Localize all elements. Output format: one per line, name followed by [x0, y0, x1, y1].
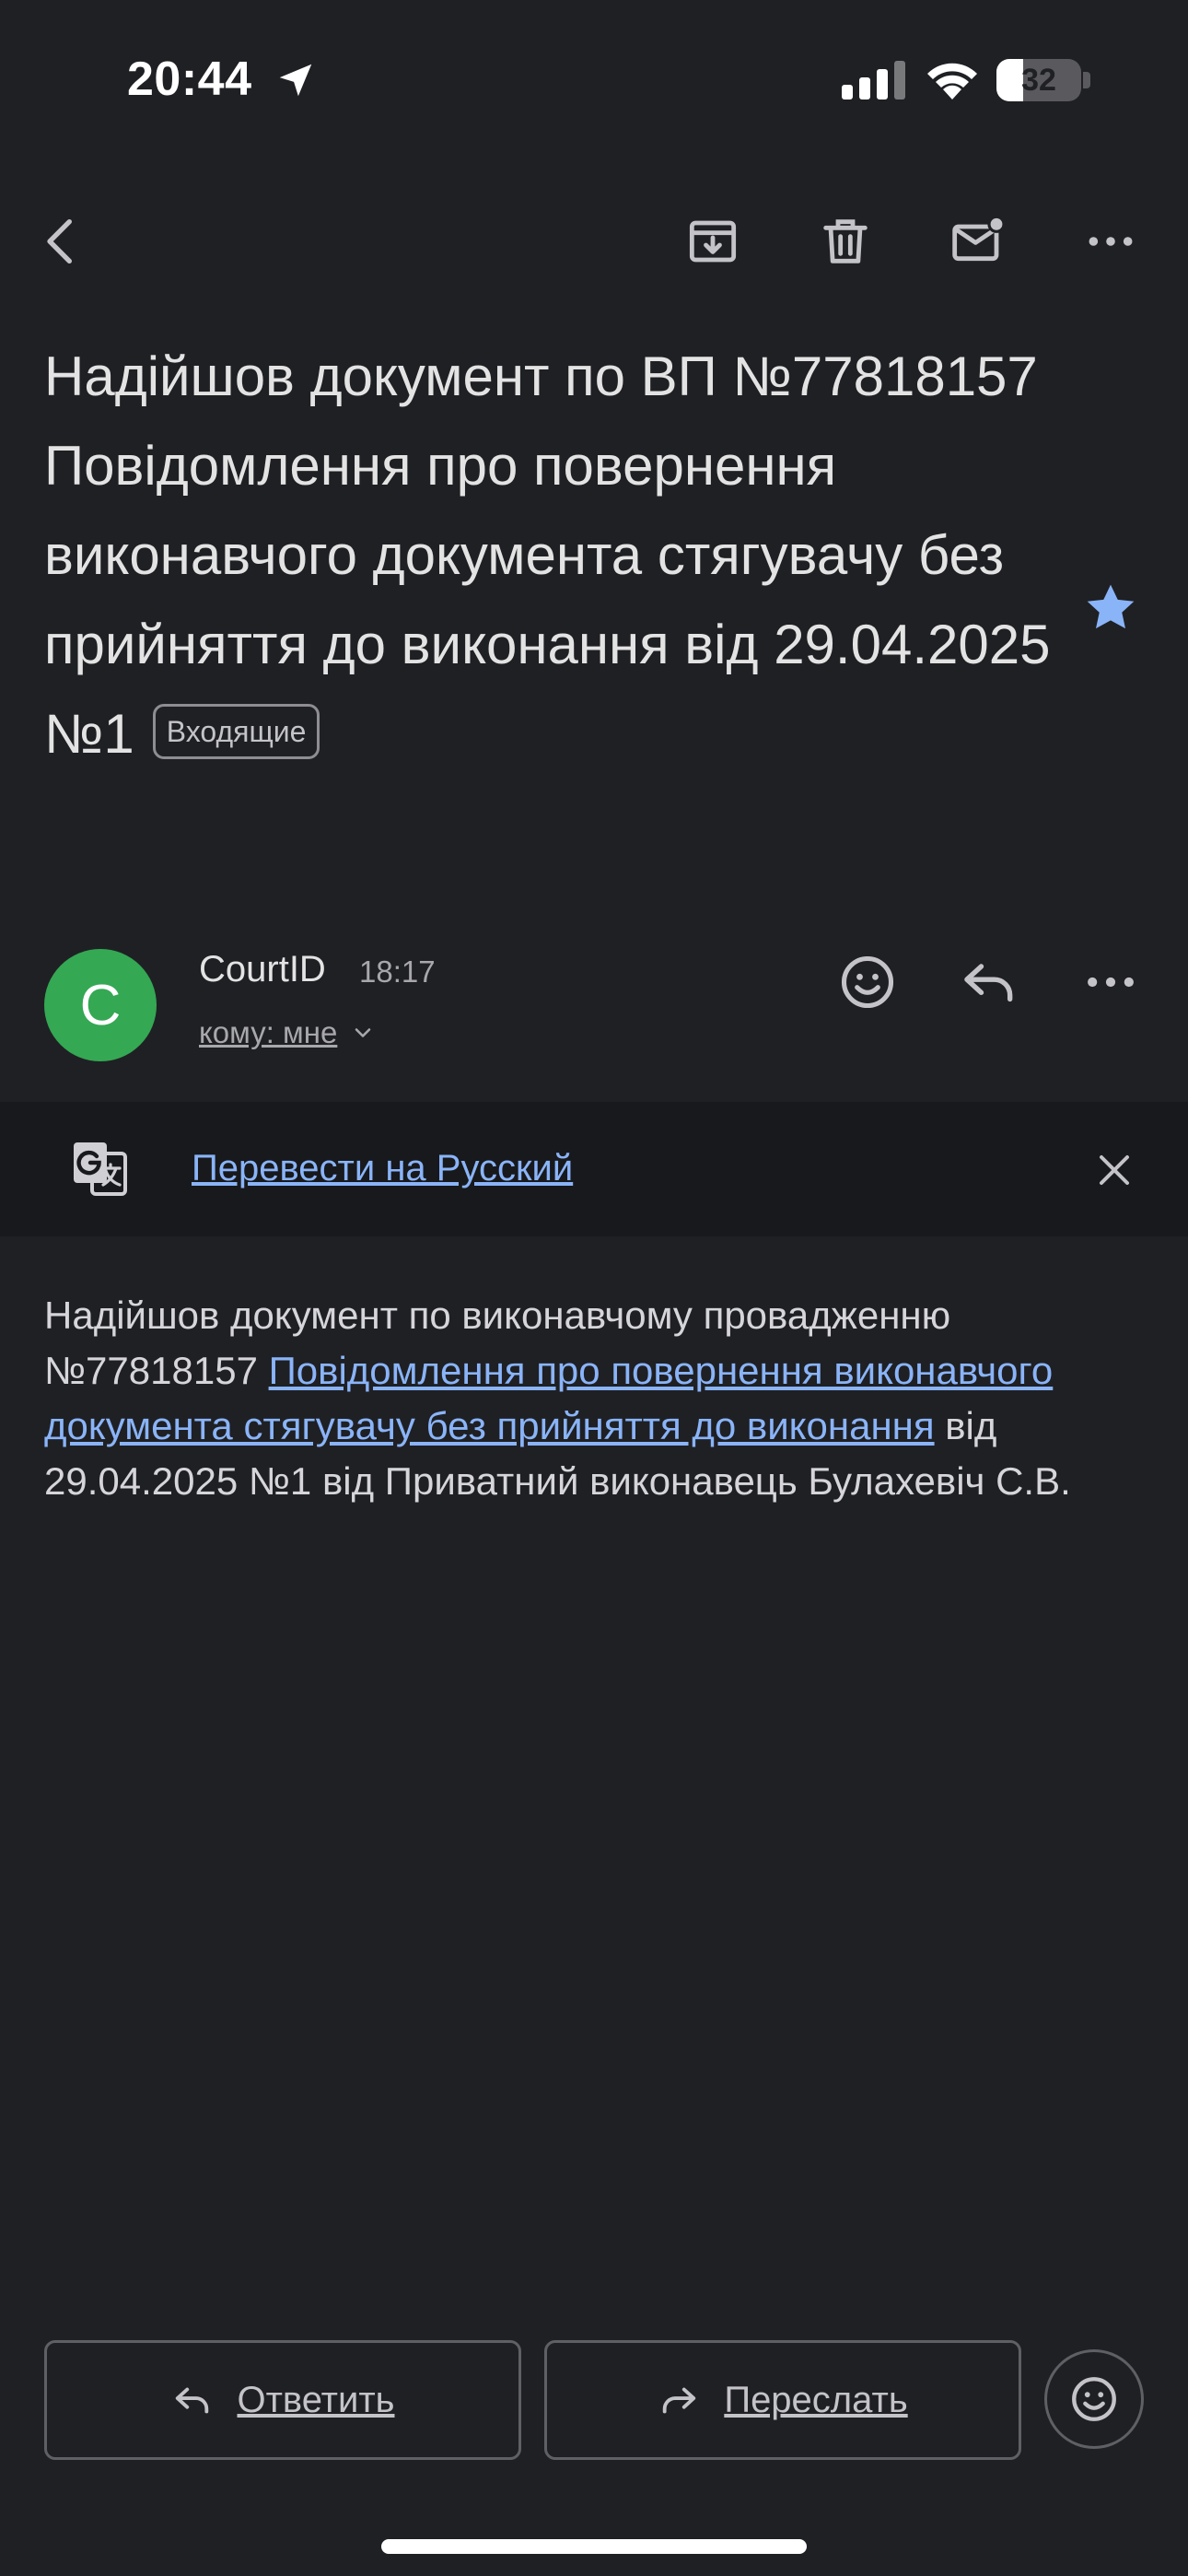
forward-label: Переслать: [724, 2379, 908, 2420]
battery-level: 32: [1021, 62, 1056, 98]
battery-icon: 32: [996, 59, 1081, 101]
email-body: Надійшов документ по виконавчому провадж…: [44, 1288, 1149, 1509]
subject-block: Надійшов документ по ВП №77818157 Повідо…: [44, 332, 1057, 779]
google-translate-icon: [74, 1142, 127, 1196]
emoji-icon: [1072, 2377, 1116, 2421]
recipient-text: кому: мне: [199, 1015, 338, 1049]
subject-text: Надійшов документ по ВП №77818157 Повідо…: [44, 345, 1051, 765]
back-icon: [47, 219, 72, 263]
recipient-details-toggle[interactable]: кому: мне: [199, 1015, 376, 1050]
reply-label: Ответить: [237, 2379, 395, 2420]
email-subject: Надійшов документ по ВП №77818157 Повідо…: [44, 332, 1057, 779]
home-indicator[interactable]: [381, 2539, 807, 2554]
sender-name[interactable]: CourtID: [199, 949, 326, 990]
forward-action-button[interactable]: Переслать: [544, 2340, 1021, 2460]
reply-button[interactable]: [943, 936, 1035, 1028]
close-icon: [1100, 1155, 1129, 1185]
reply-action-button[interactable]: Ответить: [44, 2340, 521, 2460]
wifi-icon: [927, 63, 977, 100]
status-bar: 20:44 32: [0, 0, 1188, 157]
mark-unread-icon: [952, 215, 1006, 262]
more-options-icon: [1088, 977, 1134, 988]
cellular-signal-icon: [842, 61, 905, 100]
status-time: 20:44: [127, 53, 252, 106]
sender-avatar[interactable]: C: [44, 949, 157, 1061]
translate-link[interactable]: Перевести на Русский: [192, 1148, 573, 1189]
more-options-button[interactable]: [1065, 195, 1157, 287]
emoji-icon: [841, 955, 894, 1009]
translate-close-button[interactable]: [1077, 1133, 1151, 1207]
star-button[interactable]: [1074, 571, 1147, 645]
delete-icon: [823, 219, 868, 263]
archive-button[interactable]: [667, 195, 759, 287]
label-chip-inbox[interactable]: Входящие: [152, 704, 320, 760]
translate-bar: Перевести на Русский: [0, 1102, 1188, 1236]
reply-icon: [175, 2387, 208, 2414]
emoji-reaction-button[interactable]: [1044, 2349, 1144, 2449]
battery-cap: [1083, 72, 1090, 88]
email-screen: 20:44 32 Надійшов документ по ВП №778181…: [0, 0, 1188, 2576]
back-button[interactable]: [15, 195, 107, 287]
star-icon: [1087, 584, 1135, 629]
reply-icon: [964, 964, 1013, 1002]
chevron-down-icon: [355, 1028, 371, 1037]
more-options-icon: [1089, 237, 1133, 246]
forward-icon: [663, 2387, 696, 2414]
message-more-button[interactable]: [1065, 936, 1157, 1028]
archive-icon: [689, 220, 737, 263]
add-reaction-button[interactable]: [821, 936, 914, 1028]
sender-time: 18:17: [359, 954, 436, 989]
mark-unread-button[interactable]: [932, 195, 1024, 287]
location-arrow-icon: [279, 64, 312, 97]
delete-button[interactable]: [799, 195, 891, 287]
